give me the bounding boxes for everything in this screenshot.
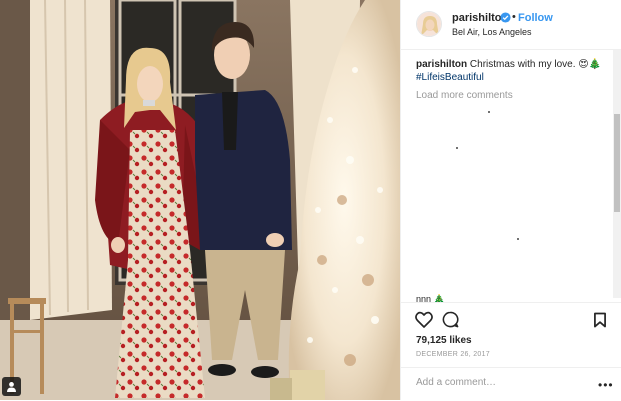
caption-text: Christmas with my love. 😍🎄 xyxy=(469,59,602,70)
hashtag-link[interactable]: #LifeisBeautiful xyxy=(416,71,612,84)
more-options-button[interactable]: ••• xyxy=(598,378,614,392)
truncated-comment: nnn 🎄 xyxy=(416,294,445,302)
post-photo-image xyxy=(0,0,400,400)
heart-icon xyxy=(415,311,433,328)
post-header: parishilton • Follow Bel Air, Los Angele… xyxy=(401,0,621,50)
post-photo[interactable] xyxy=(0,0,400,400)
caption-username[interactable]: parishilton xyxy=(416,59,467,70)
user-tag-button[interactable] xyxy=(2,377,21,396)
follow-button[interactable]: Follow xyxy=(518,12,553,24)
location-link[interactable]: Bel Air, Los Angeles xyxy=(452,27,532,37)
comments-scrollbar[interactable] xyxy=(613,50,621,298)
post-actions: 79,125 likes DECEMBER 26, 2017 ••• xyxy=(401,302,621,400)
add-comment-row: ••• xyxy=(401,367,621,401)
user-icon xyxy=(7,382,16,392)
loading-dot xyxy=(488,111,490,113)
scrollbar-thumb[interactable] xyxy=(614,114,620,212)
avatar[interactable] xyxy=(416,11,442,37)
loading-dot xyxy=(517,238,519,240)
post-details-panel: parishilton • Follow Bel Air, Los Angele… xyxy=(400,0,621,400)
load-more-comments-button[interactable]: Load more comments xyxy=(416,90,612,101)
add-comment-input[interactable] xyxy=(416,377,581,388)
loading-dot xyxy=(456,147,458,149)
likes-count[interactable]: 79,125 likes xyxy=(416,335,472,346)
like-button[interactable] xyxy=(415,311,433,333)
post-date: DECEMBER 26, 2017 xyxy=(416,351,490,358)
caption: parishilton Christmas with my love. 😍🎄 xyxy=(416,58,612,71)
comments-section: parishilton Christmas with my love. 😍🎄 #… xyxy=(416,58,612,298)
comment-button[interactable] xyxy=(442,311,459,333)
comment-icon xyxy=(442,311,459,328)
save-button[interactable] xyxy=(593,312,607,333)
verified-badge-icon xyxy=(500,12,511,23)
separator-dot: • xyxy=(512,11,516,23)
bookmark-icon xyxy=(594,312,606,328)
